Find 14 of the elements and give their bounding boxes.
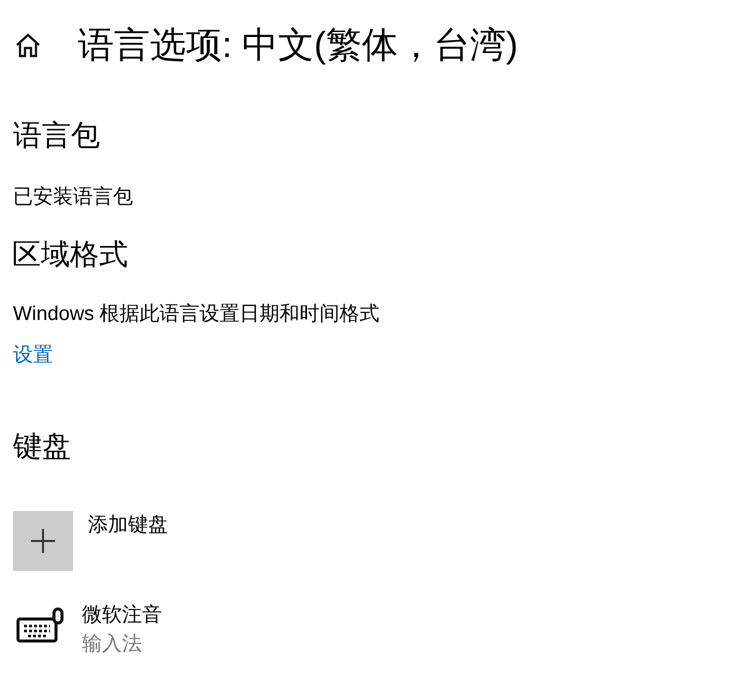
keyboard-name: 微软注音	[82, 605, 162, 625]
settings-link[interactable]: 设置	[13, 345, 53, 365]
page-title: 语言选项: 中文(繁体，台湾)	[78, 27, 518, 63]
section-heading: 语言包	[13, 122, 100, 151]
section-heading: 区域格式	[12, 241, 128, 270]
keyboard-type: 输入法	[82, 634, 143, 654]
home-icon[interactable]	[14, 31, 42, 59]
status-text: 已安装语言包	[13, 187, 133, 207]
plus-icon	[30, 528, 56, 554]
section-heading: 键盘	[13, 433, 71, 462]
keyboard-icon[interactable]	[16, 607, 64, 645]
description-text: Windows 根据此语言设置日期和时间格式	[13, 304, 380, 324]
add-keyboard-button[interactable]	[13, 511, 73, 571]
add-keyboard-label[interactable]: 添加键盘	[88, 515, 168, 535]
